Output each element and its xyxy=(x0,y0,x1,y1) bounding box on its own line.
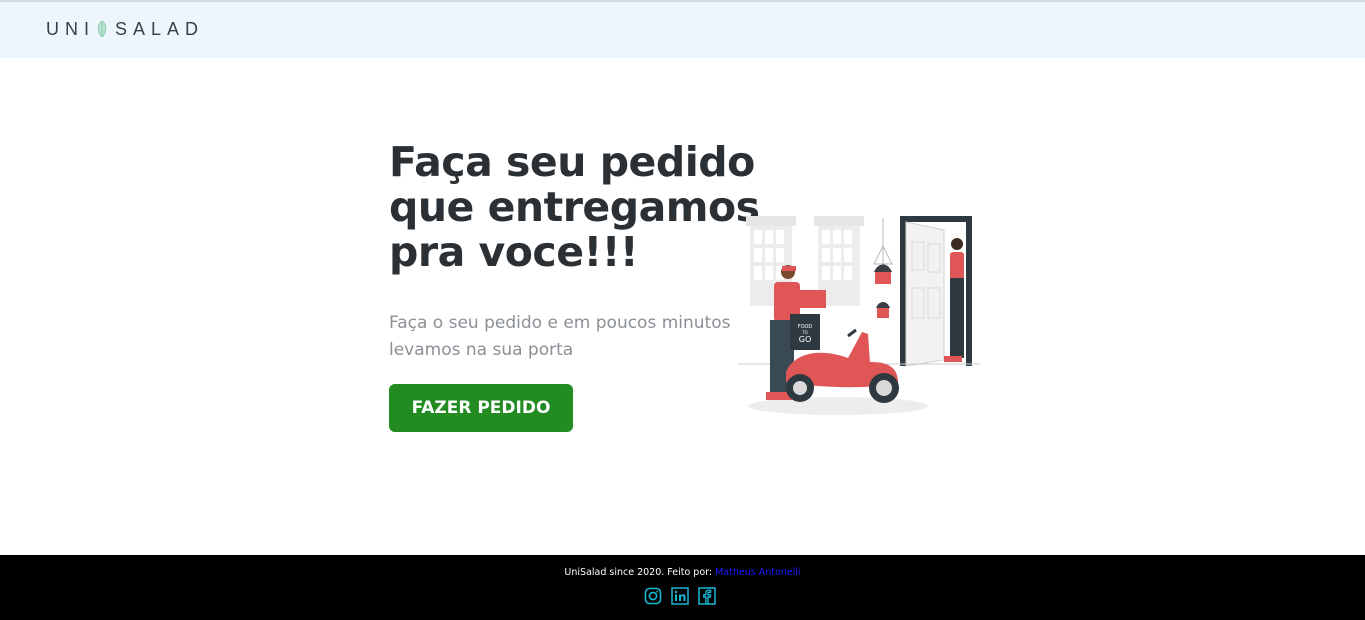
scooter: FOOD TO GO xyxy=(786,314,899,403)
leaf-icon xyxy=(97,20,107,38)
logo-text-before: UNI xyxy=(46,18,95,39)
order-button[interactable]: FAZER PEDIDO xyxy=(389,384,573,432)
author-link[interactable]: Matheus Antonelli xyxy=(715,567,800,578)
hanging-plants xyxy=(873,218,893,318)
social-links xyxy=(644,587,716,605)
site-logo[interactable]: UNI SALAD xyxy=(46,18,204,40)
site-footer: UniSalad since 2020. Feito por: Matheus … xyxy=(0,555,1365,620)
sign-go: GO xyxy=(799,335,812,344)
site-header: UNI SALAD xyxy=(0,2,1365,58)
logo-text-after: SALAD xyxy=(115,18,205,39)
delivery-illustration: FOOD TO GO xyxy=(738,216,980,415)
instagram-icon[interactable] xyxy=(644,587,662,605)
credit-text: UniSalad since 2020. Feito por: xyxy=(564,567,716,578)
hero-subtitle: Faça o seu pedido e em poucos minutos le… xyxy=(389,313,731,360)
hero-title: Faça seu pedido que entregamos pra voce!… xyxy=(389,138,760,276)
facebook-icon[interactable] xyxy=(698,587,716,605)
footer-credit: UniSalad since 2020. Feito por: Matheus … xyxy=(0,567,1365,578)
linkedin-icon[interactable] xyxy=(671,587,689,605)
